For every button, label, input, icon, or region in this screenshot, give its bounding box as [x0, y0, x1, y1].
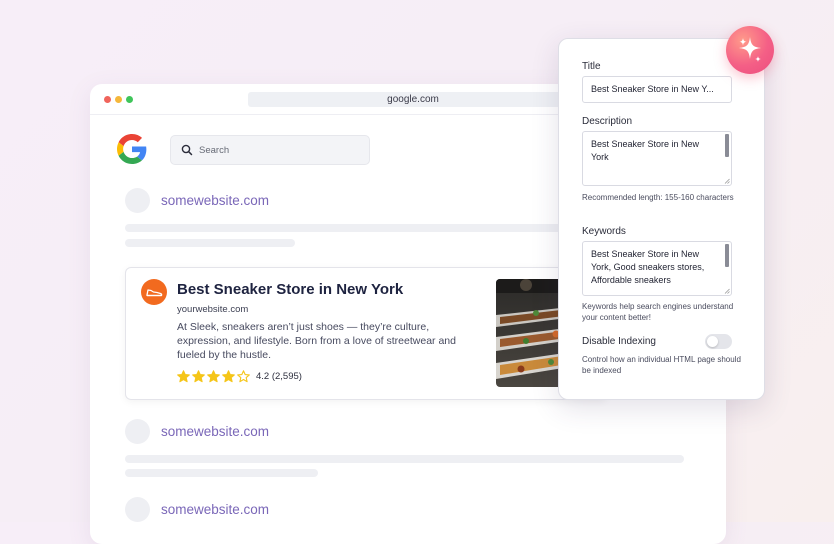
maximize-dot[interactable]: [126, 96, 133, 103]
search-icon: [181, 144, 193, 156]
result-title[interactable]: Best Sneaker Store in New York: [177, 281, 403, 298]
resize-handle-icon[interactable]: [724, 178, 730, 184]
result-favicon-placeholder: [125, 188, 150, 213]
description-textarea[interactable]: Best Sneaker Store in New York: [582, 131, 732, 186]
rating-value: 4.2 (2,595): [256, 370, 302, 382]
description-textarea-value: Best Sneaker Store in New York: [591, 139, 700, 162]
disable-indexing-hint: Control how an individual HTML page shou…: [582, 355, 741, 375]
result-favicon-placeholder: [125, 497, 150, 522]
featured-result-card[interactable]: Best Sneaker Store in New York yourwebsi…: [125, 267, 607, 400]
keywords-textarea[interactable]: Best Sneaker Store in New York, Good sne…: [582, 241, 732, 296]
star-filled-icon: [207, 369, 220, 382]
toggle-knob: [707, 336, 718, 347]
title-input-value: Best Sneaker Store in New Y...: [591, 84, 714, 94]
sneaker-icon: [146, 289, 163, 297]
google-logo: [117, 134, 147, 164]
star-rating: [177, 369, 252, 383]
result-link-mid[interactable]: somewebsite.com: [161, 424, 269, 439]
search-box[interactable]: [170, 135, 370, 165]
result-link-top[interactable]: somewebsite.com: [161, 193, 269, 208]
disable-indexing-label: Disable Indexing: [582, 336, 656, 347]
star-filled-icon: [222, 369, 235, 382]
keywords-hint: Keywords help search engines understand …: [582, 302, 734, 322]
brand-logo: [141, 279, 167, 305]
title-label: Title: [582, 61, 601, 72]
minimize-dot[interactable]: [115, 96, 122, 103]
result-snippet-placeholder: [125, 224, 565, 232]
resize-handle-icon[interactable]: [724, 288, 730, 294]
result-link-bottom[interactable]: somewebsite.com: [161, 502, 269, 517]
keywords-label: Keywords: [582, 226, 626, 237]
star-outline-icon: [237, 369, 250, 382]
close-dot[interactable]: [104, 96, 111, 103]
rating: 4.2 (2,595): [177, 369, 302, 383]
result-favicon-placeholder: [125, 419, 150, 444]
sparkle-icon: [739, 37, 761, 62]
title-input[interactable]: Best Sneaker Store in New Y...: [582, 76, 732, 103]
star-filled-icon: [177, 369, 190, 382]
result-snippet-placeholder: [125, 455, 684, 463]
result-url[interactable]: yourwebsite.com: [177, 304, 248, 315]
result-snippet-placeholder: [125, 239, 295, 247]
description-hint: Recommended length: 155-160 characters: [582, 193, 734, 202]
keywords-textarea-value: Best Sneaker Store in New York, Good sne…: [591, 249, 705, 285]
result-description: At Sleek, sneakers aren’t just shoes — t…: [177, 321, 456, 361]
description-scrollbar[interactable]: [725, 134, 729, 157]
keywords-scrollbar[interactable]: [725, 244, 729, 267]
disable-indexing-toggle[interactable]: [705, 334, 732, 349]
ai-sparkle-button[interactable]: [726, 26, 774, 74]
description-label: Description: [582, 116, 633, 127]
address-bar[interactable]: google.com: [248, 92, 578, 107]
result-snippet-placeholder: [125, 469, 318, 477]
seo-settings-panel: Title Best Sneaker Store in New Y... Des…: [558, 38, 765, 400]
search-input[interactable]: [197, 140, 361, 160]
star-filled-icon: [192, 369, 205, 382]
